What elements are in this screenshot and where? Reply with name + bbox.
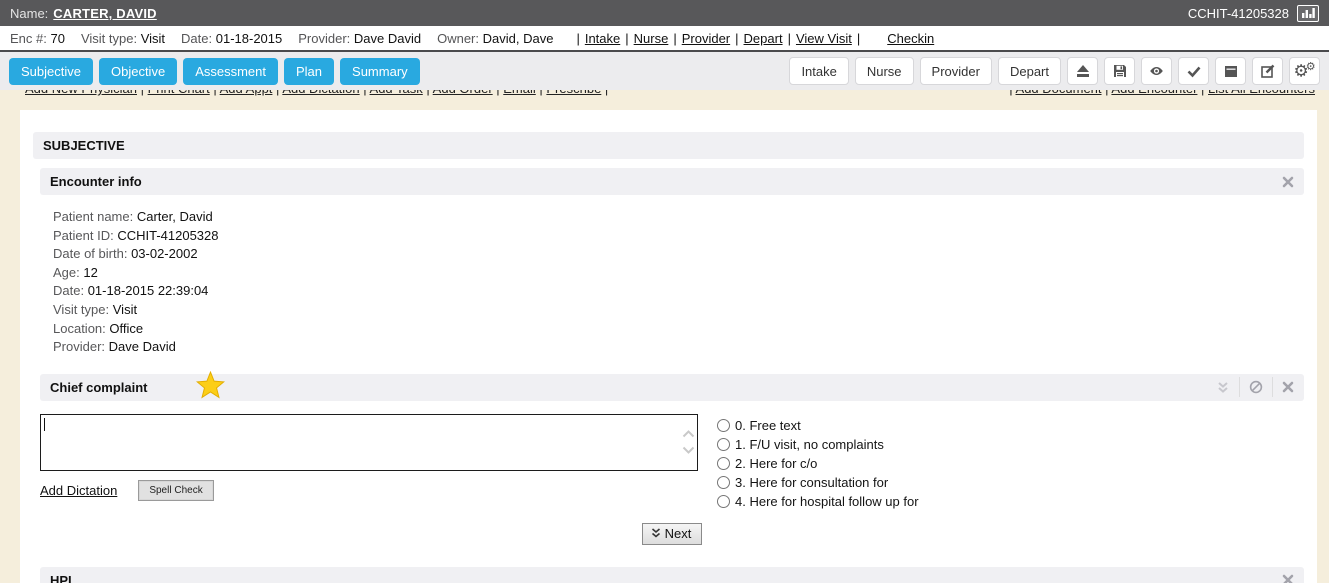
provider-field: Provider: Dave David xyxy=(298,31,421,46)
add-task-link[interactable]: Add Task xyxy=(370,90,423,96)
nurse-link[interactable]: Nurse xyxy=(634,31,669,46)
chief-complaint-textarea[interactable] xyxy=(40,414,698,471)
encounter-info-header: Encounter info xyxy=(40,168,1304,195)
intake-button[interactable]: Intake xyxy=(789,57,848,85)
note-card: SUBJECTIVE Encounter info Patient name: … xyxy=(20,110,1317,583)
spell-check-button[interactable]: Spell Check xyxy=(138,480,213,501)
gears-icon[interactable]: ⚙⚙ xyxy=(1289,57,1320,85)
intake-link[interactable]: Intake xyxy=(585,31,620,46)
prescribe-link[interactable]: Prescribe xyxy=(546,90,601,96)
subjective-section-header: SUBJECTIVE xyxy=(33,132,1304,159)
tab-subjective[interactable]: Subjective xyxy=(9,58,93,85)
close-icon[interactable] xyxy=(1282,574,1294,583)
email-link[interactable]: Email xyxy=(503,90,536,96)
star-icon xyxy=(196,371,225,402)
tab-plan[interactable]: Plan xyxy=(284,58,334,85)
encounter-bar: Enc #: 70 Visit type: Visit Date: 01-18-… xyxy=(0,26,1329,52)
archive-icon[interactable] xyxy=(1215,57,1246,85)
bar-chart-icon[interactable] xyxy=(1297,5,1319,22)
radio-button[interactable] xyxy=(717,457,730,470)
tab-assessment[interactable]: Assessment xyxy=(183,58,278,85)
radio-option[interactable]: 2. Here for c/o xyxy=(717,454,919,473)
chief-complaint-options: 0. Free text 1. F/U visit, no complaints… xyxy=(717,414,919,511)
radio-option[interactable]: 1. F/U visit, no complaints xyxy=(717,435,919,454)
radio-option[interactable]: 3. Here for consultation for xyxy=(717,473,919,492)
depart-button[interactable]: Depart xyxy=(998,57,1061,85)
next-button[interactable]: Next xyxy=(642,523,703,545)
enc-number-field: Enc #: 70 xyxy=(10,31,65,46)
hpi-title: HPI xyxy=(50,573,72,583)
close-icon[interactable] xyxy=(1282,381,1294,393)
add-dictation-link-top[interactable]: Add Dictation xyxy=(282,90,359,96)
tab-summary[interactable]: Summary xyxy=(340,58,420,85)
info-row: Age: 12 xyxy=(53,264,1304,283)
radio-button[interactable] xyxy=(717,495,730,508)
depart-link[interactable]: Depart xyxy=(744,31,783,46)
chevron-up-icon xyxy=(682,430,695,438)
nurse-button[interactable]: Nurse xyxy=(855,57,914,85)
close-icon[interactable] xyxy=(1282,176,1294,188)
add-dictation-link[interactable]: Add Dictation xyxy=(40,483,117,498)
list-all-encounters-link[interactable]: List All Encounters xyxy=(1208,90,1315,96)
name-label: Name: xyxy=(10,6,48,21)
eye-icon[interactable] xyxy=(1141,57,1172,85)
info-row: Date of birth: 03-02-2002 xyxy=(53,245,1304,264)
visit-type-field: Visit type: Visit xyxy=(81,31,165,46)
text-caret xyxy=(44,418,45,431)
quick-links-right: Add Document Add Encounter List All Enco… xyxy=(1009,90,1315,96)
info-row: Patient ID: CCHIT-41205328 xyxy=(53,227,1304,246)
subjective-title: SUBJECTIVE xyxy=(43,138,125,153)
radio-button[interactable] xyxy=(717,438,730,451)
radio-button[interactable] xyxy=(717,419,730,432)
add-appt-link[interactable]: Add Appt xyxy=(220,90,273,96)
date-field: Date: 01-18-2015 xyxy=(181,31,282,46)
owner-field: Owner: David, Dave xyxy=(437,31,553,46)
chief-complaint-title: Chief complaint xyxy=(50,380,148,395)
double-chevron-down-icon[interactable] xyxy=(1216,381,1230,394)
toolbar: Subjective Objective Assessment Plan Sum… xyxy=(0,52,1329,90)
textarea-scrollbar[interactable] xyxy=(680,415,697,470)
save-icon[interactable] xyxy=(1104,57,1135,85)
chevron-down-icon xyxy=(682,446,695,454)
provider-button[interactable]: Provider xyxy=(920,57,992,85)
add-order-link[interactable]: Add Order xyxy=(433,90,493,96)
radio-option[interactable]: 4. Here for hospital follow up for xyxy=(717,492,919,511)
encounter-info-block: Patient name: Carter, David Patient ID: … xyxy=(53,208,1304,357)
view-visit-link[interactable]: View Visit xyxy=(796,31,852,46)
patient-id: CCHIT-41205328 xyxy=(1188,6,1289,21)
eject-icon[interactable] xyxy=(1067,57,1098,85)
add-new-physician-link[interactable]: Add New Physician xyxy=(25,90,137,96)
radio-option[interactable]: 0. Free text xyxy=(717,416,919,435)
info-row: Date: 01-18-2015 22:39:04 xyxy=(53,282,1304,301)
double-chevron-down-icon xyxy=(651,528,661,539)
info-row: Provider: Dave David xyxy=(53,338,1304,357)
ban-icon[interactable] xyxy=(1249,380,1263,394)
title-bar: Name: CARTER, DAVID CCHIT-41205328 xyxy=(0,0,1329,26)
edit-icon[interactable] xyxy=(1252,57,1283,85)
info-row: Visit type: Visit xyxy=(53,301,1304,320)
tab-objective[interactable]: Objective xyxy=(99,58,177,85)
hpi-header: HPI xyxy=(40,567,1304,583)
chief-complaint-header: Chief complaint xyxy=(40,374,1304,401)
quick-links-row: Add New Physician Print Chart Add Appt A… xyxy=(0,90,1329,102)
patient-name-link[interactable]: CARTER, DAVID xyxy=(53,6,156,21)
add-document-link[interactable]: Add Document xyxy=(1016,90,1102,96)
print-chart-link[interactable]: Print Chart xyxy=(148,90,210,96)
provider-link[interactable]: Provider xyxy=(682,31,730,46)
info-row: Patient name: Carter, David xyxy=(53,208,1304,227)
checkin-link[interactable]: Checkin xyxy=(887,31,934,46)
radio-button[interactable] xyxy=(717,476,730,489)
add-encounter-link[interactable]: Add Encounter xyxy=(1111,90,1197,96)
quick-links-left: Add New Physician Print Chart Add Appt A… xyxy=(25,90,608,96)
check-icon[interactable] xyxy=(1178,57,1209,85)
info-row: Location: Office xyxy=(53,320,1304,339)
encounter-info-title: Encounter info xyxy=(50,174,142,189)
